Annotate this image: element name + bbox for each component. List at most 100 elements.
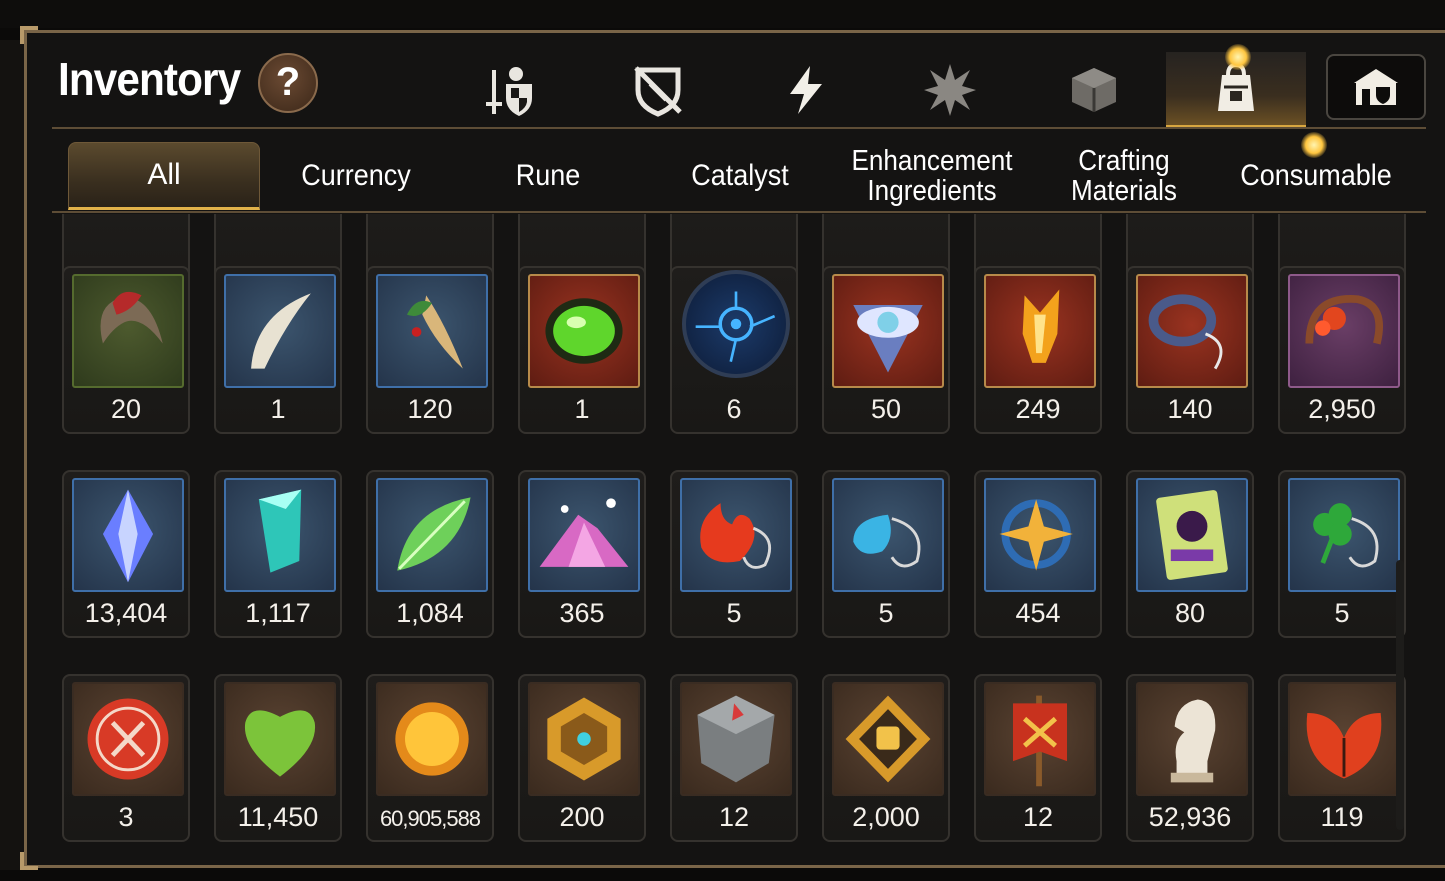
white-fang-icon [251, 293, 311, 369]
item-count: 5 [1334, 598, 1350, 628]
subcategory-tab-bar: All Currency Rune Catalyst Enhancement I… [68, 142, 1420, 212]
item-count: 12 [1022, 802, 1054, 832]
tab-materials[interactable] [1024, 52, 1164, 128]
frame-corner [20, 26, 38, 44]
item-slot[interactable]: 12 [670, 674, 798, 842]
item-slot[interactable]: 60,905,588 [366, 674, 494, 842]
item-art [72, 682, 184, 796]
item-art [1136, 478, 1248, 592]
eye-emblem-icon [853, 304, 923, 373]
item-slot[interactable]: 1 [214, 266, 342, 434]
item-slot[interactable]: 1,084 [366, 470, 494, 638]
item-count: 6 [726, 394, 742, 424]
item-slot[interactable]: 6 [670, 266, 798, 434]
item-count: 1 [270, 394, 286, 424]
item-slot[interactable]: 454 [974, 470, 1102, 638]
clover-charm-icon [1313, 503, 1379, 568]
item-count: 5 [726, 598, 742, 628]
glowing-leaf-icon [397, 497, 471, 571]
item-art [832, 478, 944, 592]
item-slot[interactable]: 2,000 [822, 674, 950, 842]
item-art [72, 274, 184, 388]
item-count: 1,117 [245, 598, 311, 628]
scrollbar[interactable] [1396, 560, 1404, 830]
item-slot[interactable]: 200 [518, 674, 646, 842]
blue-rune-disc-icon [695, 291, 776, 363]
subtab-rune[interactable]: Rune [462, 142, 635, 210]
gold-emblem-icon [547, 697, 621, 781]
item-slot[interactable]: 11,450 [214, 674, 342, 842]
item-art [1288, 682, 1400, 796]
subtab-label: Catalyst [691, 159, 789, 192]
item-slot[interactable]: 1,117 [214, 470, 342, 638]
item-count: 11,450 [237, 802, 319, 832]
item-slot[interactable]: 5 [1278, 470, 1406, 638]
item-count: 20 [110, 394, 142, 424]
item-slot[interactable]: 80 [1126, 470, 1254, 638]
fire-charm-icon [700, 503, 772, 569]
item-art [528, 274, 640, 388]
red-leaf-icon [1306, 712, 1382, 779]
charm-ring-icon [1148, 294, 1223, 370]
item-count: 120 [407, 394, 453, 424]
item-art [528, 478, 640, 592]
subtab-label: Consumable [1240, 159, 1392, 192]
help-button[interactable]: ? [258, 53, 318, 113]
subtab-crafting-materials[interactable]: Crafting Materials [1038, 142, 1211, 210]
card-icon [1156, 490, 1228, 580]
item-slot[interactable]: 20 [62, 266, 190, 434]
cube-icon [1072, 68, 1116, 112]
notification-dot [1225, 44, 1251, 70]
item-slot[interactable]: 2,950 [1278, 266, 1406, 434]
lightning-icon [790, 66, 822, 114]
tab-effects[interactable] [880, 52, 1020, 128]
divider [52, 127, 1426, 129]
item-art [680, 478, 792, 592]
gear-weapon-icon [486, 67, 532, 116]
tab-skills[interactable] [736, 52, 876, 128]
flame-crystal-icon [1022, 289, 1060, 363]
item-slot[interactable]: 5 [822, 470, 950, 638]
item-slot[interactable]: 120 [366, 266, 494, 434]
blue-crystal-icon [102, 489, 154, 583]
top-resource-bar [0, 0, 1445, 28]
item-art [376, 478, 488, 592]
subtab-all[interactable]: All [68, 142, 260, 210]
item-count: 2,950 [1308, 394, 1376, 424]
item-slot[interactable]: 13,404 [62, 470, 190, 638]
item-count: 50 [870, 394, 902, 424]
subtab-enhancement-ingredients[interactable]: Enhancement Ingredients [846, 142, 1019, 210]
divider [52, 211, 1426, 213]
item-count: 3 [118, 802, 134, 832]
red-seal-icon [87, 698, 169, 780]
subtab-catalyst[interactable]: Catalyst [654, 142, 827, 210]
spiky-burst-icon [924, 64, 976, 116]
item-art [680, 682, 792, 796]
item-art [224, 682, 336, 796]
item-count: 454 [1015, 598, 1061, 628]
guild-button[interactable] [1326, 54, 1426, 120]
subtab-currency[interactable]: Currency [270, 142, 443, 210]
item-slot[interactable]: 50 [822, 266, 950, 434]
pink-powder-icon [539, 498, 629, 567]
item-slot[interactable]: 3 [62, 674, 190, 842]
item-slot[interactable]: 365 [518, 470, 646, 638]
flower-pendant-icon [1305, 295, 1384, 345]
item-count: 2,000 [852, 802, 920, 832]
item-slot[interactable]: 52,936 [1126, 674, 1254, 842]
item-slot[interactable]: 249 [974, 266, 1102, 434]
item-slot[interactable]: 12 [974, 674, 1102, 842]
item-slot[interactable]: 119 [1278, 674, 1406, 842]
frame-corner [20, 852, 38, 870]
teal-crystal-icon [258, 489, 302, 573]
item-count: 52,936 [1148, 802, 1232, 832]
green-gem-icon [545, 298, 623, 364]
gold-coin-icon [395, 702, 469, 776]
tab-gear[interactable] [440, 52, 580, 128]
tab-unequipped[interactable] [588, 52, 728, 128]
item-slot[interactable]: 5 [670, 470, 798, 638]
item-slot[interactable]: 140 [1126, 266, 1254, 434]
item-count: 365 [559, 598, 605, 628]
item-slot[interactable]: 1 [518, 266, 646, 434]
subtab-label: Crafting Materials [1071, 145, 1177, 207]
